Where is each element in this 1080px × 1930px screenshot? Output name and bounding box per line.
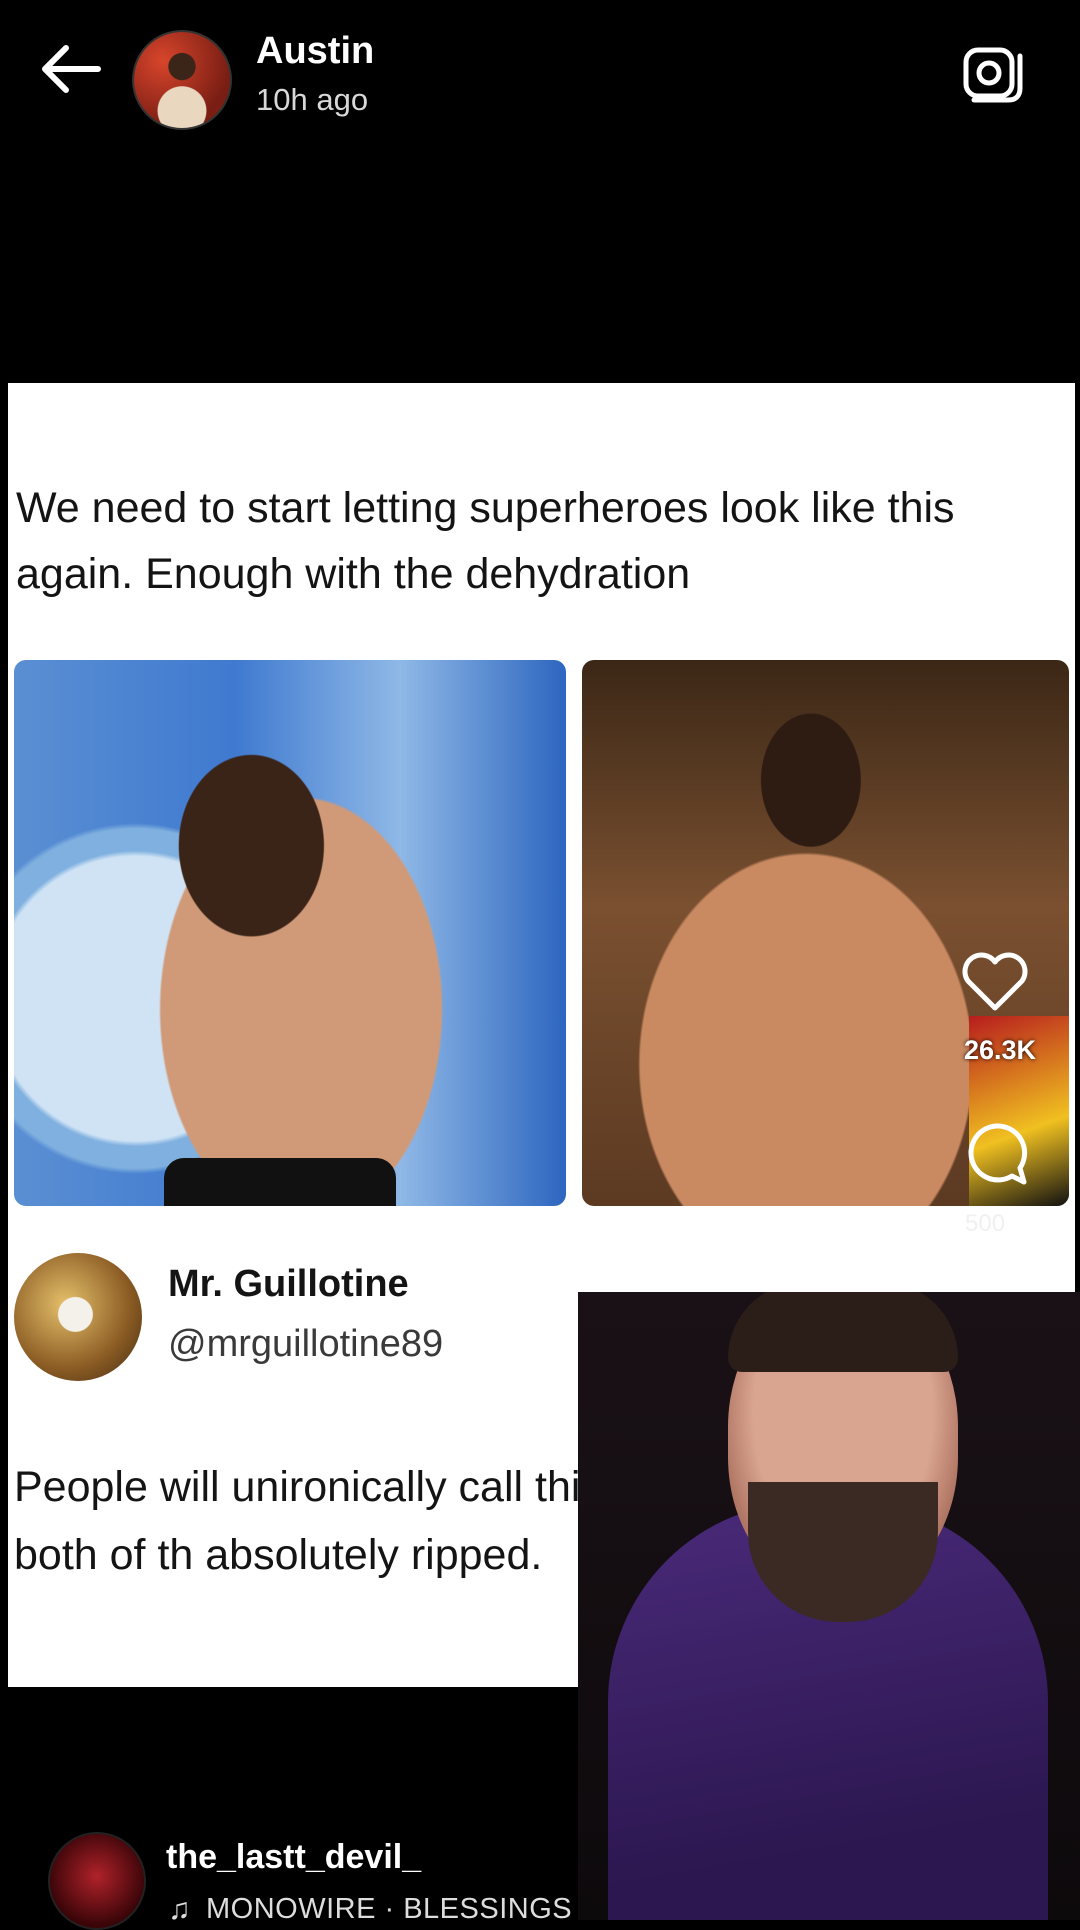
author-name[interactable]: Austin: [256, 30, 374, 73]
comment-count: 500: [965, 1210, 1006, 1237]
post-timestamp: 10h ago: [256, 82, 369, 117]
camera-icon[interactable]: [960, 40, 1024, 104]
music-title[interactable]: MONOWIRE · BLESSINGS: [206, 1893, 572, 1926]
music-note-icon: ♫: [168, 1893, 191, 1926]
heart-icon[interactable]: [960, 950, 1030, 1014]
footer-user-avatar[interactable]: [48, 1832, 146, 1930]
like-count: 26.3K: [963, 1035, 1037, 1065]
comment-icon[interactable]: [962, 1120, 1030, 1190]
reaction-video-overlay: [578, 1292, 1080, 1920]
quote-author-name: Mr. Guillotine: [168, 1263, 409, 1305]
back-arrow-icon[interactable]: [36, 40, 106, 98]
quote-avatar: [14, 1253, 142, 1381]
quote-author-handle: @mrguillotine89: [168, 1323, 444, 1365]
photo-detail: [164, 1158, 396, 1206]
hair: [728, 1292, 958, 1372]
author-avatar[interactable]: [132, 30, 232, 130]
tweet-text: We need to start letting superheroes loo…: [16, 484, 955, 598]
tweet-photo-left: [14, 660, 566, 1206]
footer-username[interactable]: the_lastt_devil_: [166, 1838, 421, 1877]
